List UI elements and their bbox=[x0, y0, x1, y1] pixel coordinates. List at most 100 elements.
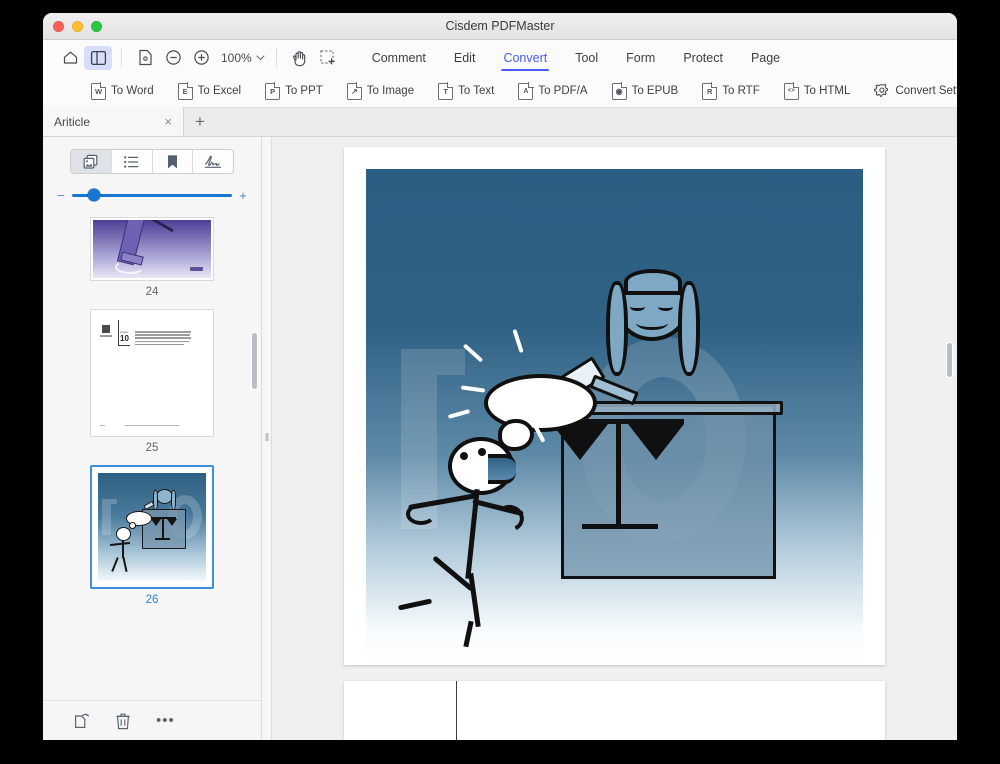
pdf-page-current[interactable] bbox=[344, 147, 885, 666]
signature-icon bbox=[205, 155, 222, 168]
panel-divider[interactable]: ‖ bbox=[262, 137, 272, 740]
tab-edit[interactable]: Edit bbox=[440, 42, 490, 73]
menu-tab-list: Comment Edit Convert Tool Form Protect P… bbox=[358, 42, 794, 73]
excel-doc-icon: E bbox=[177, 82, 193, 100]
chevron-down-icon bbox=[256, 54, 265, 60]
to-rtf-label: To RTF bbox=[722, 85, 760, 97]
slider-minus-icon[interactable]: − bbox=[57, 189, 65, 202]
bookmark-icon bbox=[167, 154, 177, 168]
document-tab-ariticle[interactable]: Ariticle × bbox=[43, 107, 184, 136]
to-rtf-button[interactable]: R To RTF bbox=[702, 82, 760, 100]
sidebar-footer: ••• bbox=[43, 700, 261, 740]
new-tab-button[interactable]: + bbox=[184, 107, 216, 136]
to-word-button[interactable]: W To Word bbox=[91, 82, 154, 100]
document-tab-bar: Ariticle × + bbox=[43, 107, 957, 137]
to-text-button[interactable]: T To Text bbox=[438, 82, 495, 100]
sidebar-item-signature[interactable] bbox=[193, 150, 233, 173]
slider-plus-icon[interactable]: + bbox=[239, 189, 247, 202]
text-doc-icon: T bbox=[438, 82, 454, 100]
to-pdfa-button[interactable]: A To PDF/A bbox=[518, 82, 588, 100]
to-ppt-label: To PPT bbox=[285, 85, 323, 97]
page-illustration bbox=[366, 169, 863, 666]
convert-settings-button[interactable]: Convert Settings bbox=[874, 83, 957, 99]
thumbnail-page-number: 24 bbox=[145, 286, 159, 298]
to-excel-button[interactable]: E To Excel bbox=[177, 82, 242, 100]
to-image-button[interactable]: ↗ To Image bbox=[346, 82, 415, 100]
tab-comment-label: Comment bbox=[371, 50, 426, 65]
tab-form-label: Form bbox=[626, 50, 656, 65]
sidebar-toggle-icon[interactable] bbox=[84, 45, 112, 70]
tab-tool[interactable]: Tool bbox=[561, 42, 612, 73]
tab-form[interactable]: Form bbox=[612, 42, 669, 73]
tab-protect[interactable]: Protect bbox=[669, 42, 737, 73]
slider-thumb[interactable] bbox=[87, 188, 101, 202]
tab-convert-label: Convert bbox=[503, 50, 548, 65]
image-doc-icon: ↗ bbox=[346, 82, 362, 100]
rtf-doc-icon: R bbox=[702, 82, 718, 100]
ppt-doc-icon: P bbox=[265, 82, 281, 100]
main-body: − + 24 Article 10 25 26 ••• ‖ bbox=[43, 137, 957, 740]
tab-edit-label: Edit bbox=[453, 50, 476, 65]
tab-page[interactable]: Page bbox=[737, 42, 794, 73]
tab-protect-label: Protect bbox=[683, 50, 723, 65]
to-pdfa-label: To PDF/A bbox=[538, 85, 588, 97]
epub-doc-icon: ◉ bbox=[611, 82, 627, 100]
rotate-page-button[interactable] bbox=[73, 712, 90, 729]
to-epub-label: To EPUB bbox=[631, 85, 679, 97]
select-area-icon[interactable] bbox=[314, 46, 342, 70]
zoom-out-icon[interactable] bbox=[159, 46, 187, 70]
convert-toolbar: W To Word E To Excel P To PPT ↗ To Image… bbox=[43, 75, 957, 108]
gear-icon bbox=[874, 83, 890, 99]
zoom-level-dropdown[interactable]: 100% bbox=[221, 51, 265, 65]
to-epub-button[interactable]: ◉ To EPUB bbox=[611, 82, 679, 100]
document-tab-title: Ariticle bbox=[54, 114, 91, 129]
more-options-button[interactable]: ••• bbox=[156, 713, 175, 728]
list-icon bbox=[124, 155, 139, 168]
next-page-right-column bbox=[457, 681, 885, 740]
delete-page-button[interactable] bbox=[115, 712, 131, 730]
home-icon[interactable] bbox=[56, 46, 84, 70]
list-item[interactable]: Article 10 25 bbox=[43, 309, 261, 454]
sidebar-item-bookmarks[interactable] bbox=[153, 150, 194, 173]
window-title: Cisdem PDFMaster bbox=[445, 19, 555, 33]
to-html-button[interactable]: <> To HTML bbox=[783, 82, 850, 100]
toolbar-divider bbox=[121, 48, 122, 67]
toolbar-divider-2 bbox=[275, 48, 277, 67]
thumbnail-page-24[interactable] bbox=[90, 217, 214, 281]
divider-grip[interactable]: ‖ bbox=[265, 433, 269, 444]
sidebar-scrollbar-thumb[interactable] bbox=[251, 332, 258, 390]
sidebar-item-outline[interactable] bbox=[112, 150, 153, 173]
pdf-viewer[interactable] bbox=[272, 137, 957, 740]
zoom-level-value: 100% bbox=[221, 50, 252, 65]
to-ppt-button[interactable]: P To PPT bbox=[265, 82, 323, 100]
to-text-label: To Text bbox=[458, 85, 495, 97]
tab-page-label: Page bbox=[750, 50, 781, 65]
sidebar-panel-tabs bbox=[70, 149, 234, 174]
slider-track[interactable] bbox=[72, 188, 232, 202]
thumbnail-list[interactable]: 24 Article 10 25 26 bbox=[43, 203, 261, 700]
thumbnail-page-26[interactable] bbox=[90, 465, 214, 589]
list-item[interactable]: 26 bbox=[43, 465, 261, 606]
tab-tool-label: Tool bbox=[575, 50, 599, 65]
tab-convert[interactable]: Convert bbox=[489, 42, 561, 73]
thumbnail-zoom-slider[interactable]: − + bbox=[57, 187, 247, 203]
thumbnails-icon bbox=[83, 154, 98, 169]
zoom-in-icon[interactable] bbox=[187, 46, 215, 70]
hand-tool-icon[interactable] bbox=[286, 46, 314, 70]
thumbnail-page-25[interactable]: Article 10 bbox=[90, 309, 214, 437]
close-icon[interactable]: × bbox=[161, 114, 175, 129]
viewer-scrollbar-thumb[interactable] bbox=[946, 342, 953, 378]
next-page-left-column bbox=[344, 681, 457, 740]
app-window: Cisdem PDFMaster 100% Comment Edit Conve… bbox=[43, 13, 957, 740]
thumbnail-sidebar: − + 24 Article 10 25 26 ••• bbox=[43, 137, 262, 740]
to-excel-label: To Excel bbox=[197, 85, 242, 97]
list-item[interactable]: 24 bbox=[43, 217, 261, 298]
main-toolbar: 100% Comment Edit Convert Tool Form Prot… bbox=[43, 40, 957, 75]
to-word-label: To Word bbox=[111, 85, 154, 97]
pdf-page-next[interactable] bbox=[344, 681, 885, 740]
sidebar-item-thumbnails[interactable] bbox=[71, 150, 112, 173]
page-fit-icon[interactable] bbox=[131, 46, 159, 70]
tab-comment[interactable]: Comment bbox=[358, 42, 440, 73]
to-image-label: To Image bbox=[366, 85, 415, 97]
pdfa-doc-icon: A bbox=[518, 82, 534, 100]
